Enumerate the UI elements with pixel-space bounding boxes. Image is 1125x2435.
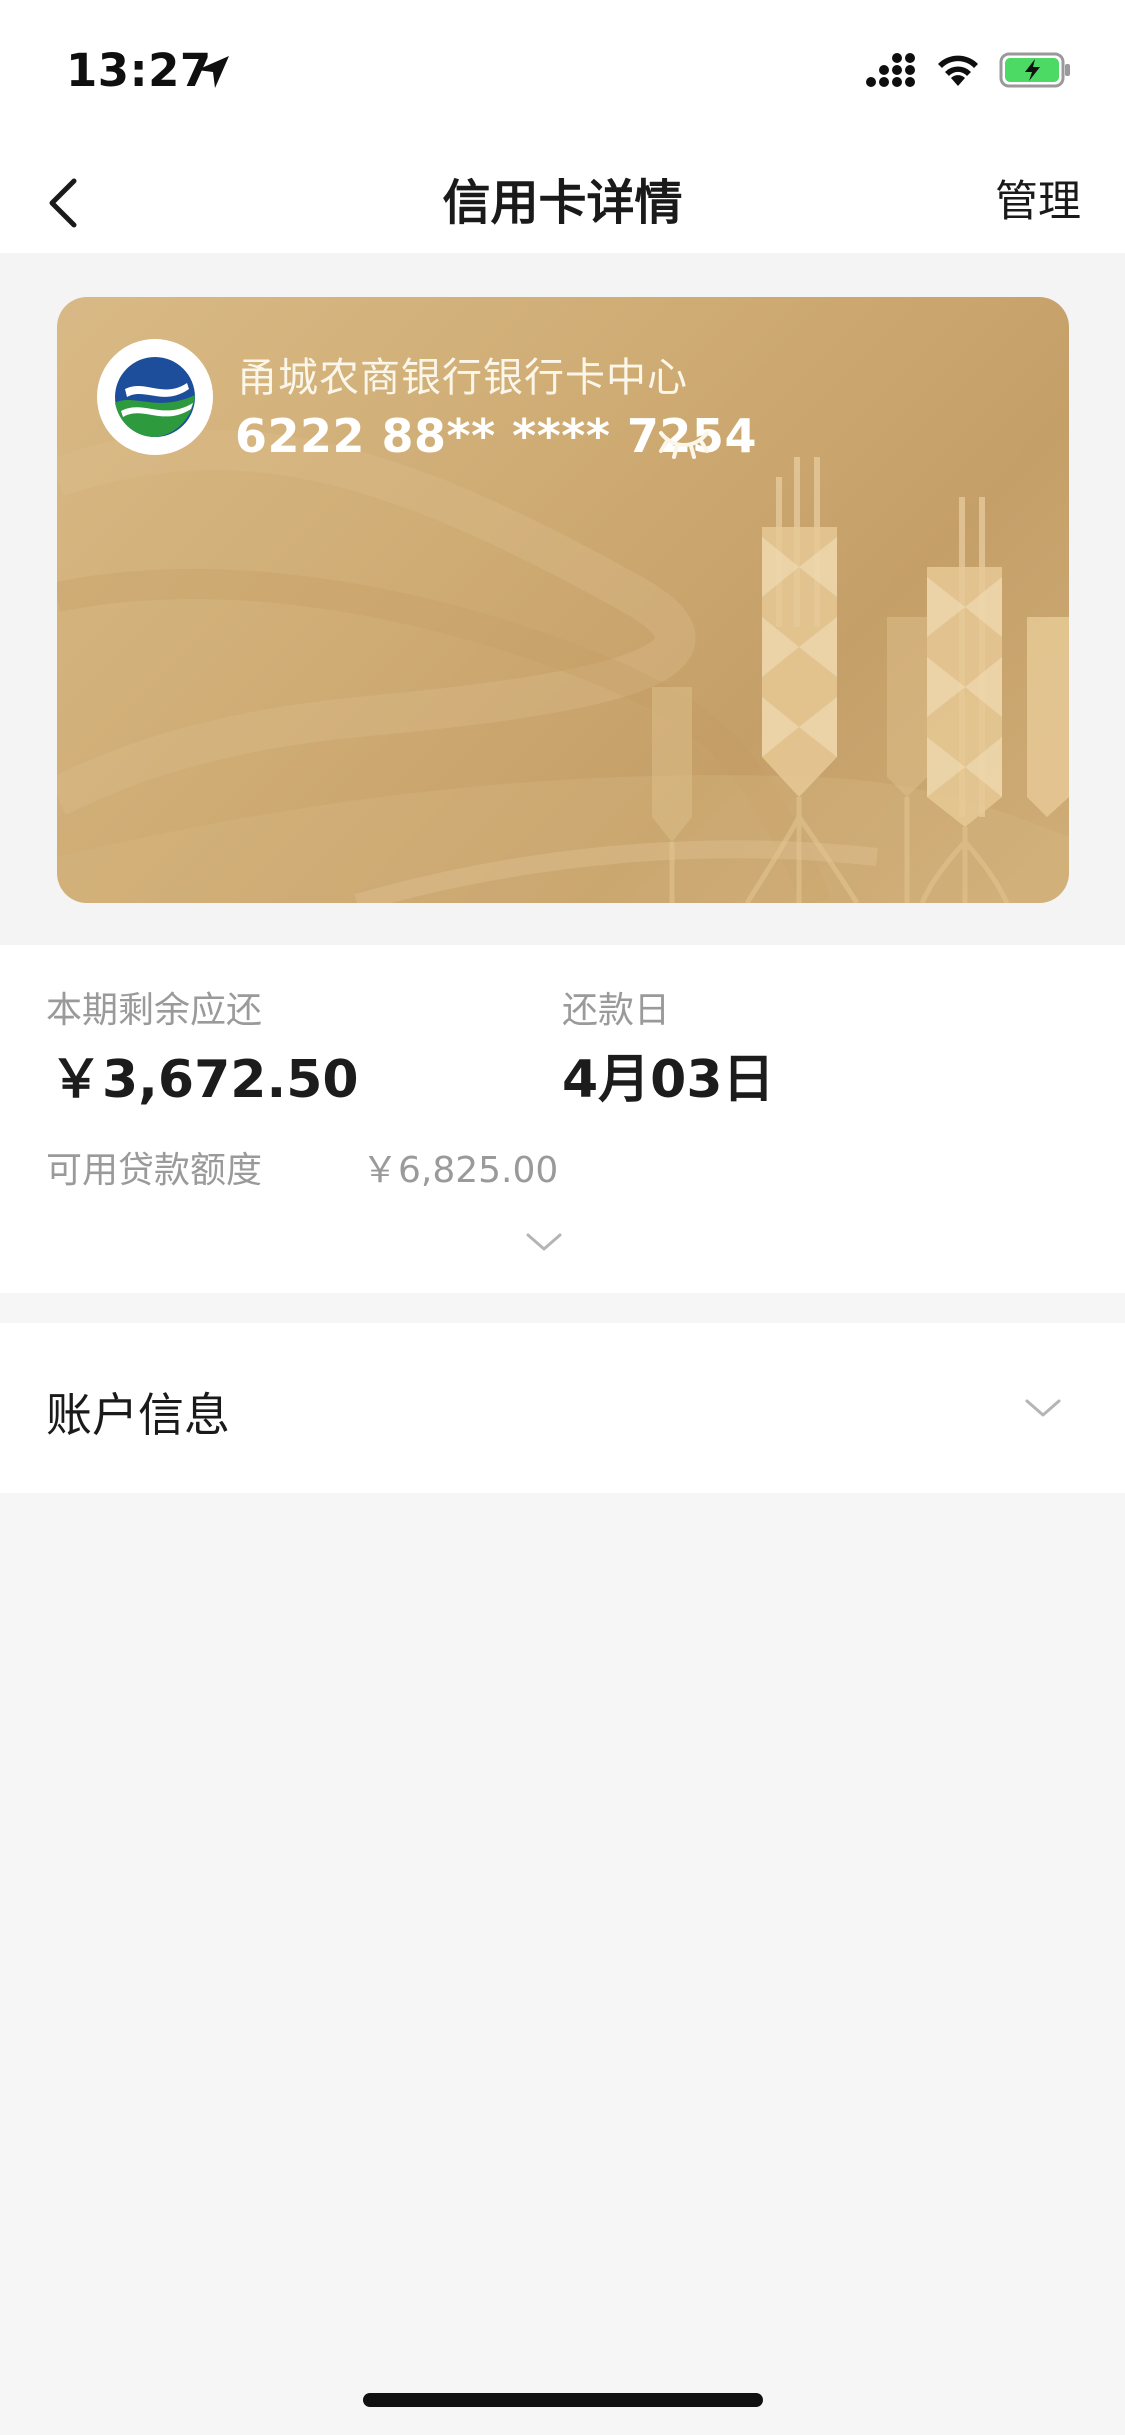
location-arrow-icon [197,56,229,88]
balance-label: 本期剩余应还 [46,990,263,1031]
card-section: 甬城农商银行银行卡中心 6222 88** **** 7254 [0,253,1125,945]
home-indicator[interactable] [363,2393,763,2407]
eye-closed-icon[interactable] [657,425,711,461]
chevron-down-icon[interactable] [1023,1397,1063,1421]
status-bar: 13:27 [0,0,1125,145]
credit-card[interactable]: 甬城农商银行银行卡中心 6222 88** **** 7254 [57,297,1069,903]
cellular-signal-icon [866,53,915,87]
manage-button[interactable]: 管理 [995,167,1081,229]
navigation-bar: 信用卡详情 管理 [0,145,1125,253]
available-credit-label: 可用贷款额度 [46,1150,263,1191]
page-title: 信用卡详情 [442,175,683,231]
account-info-title: 账户信息 [46,1388,230,1442]
repayment-summary: 本期剩余应还 ￥3,672.50 还款日 4月03日 可用贷款额度 ￥6,825… [0,945,1125,1293]
status-indicators [865,50,1073,90]
status-time: 13:27 [66,44,212,97]
available-credit-value: ￥6,825.00 [362,1150,559,1191]
due-date-value: 4月03日 [562,1050,775,1110]
battery-charging-icon [999,52,1070,88]
bank-logo-icon [99,341,211,453]
chevron-down-icon[interactable] [524,1231,564,1255]
due-date-label: 还款日 [562,990,671,1031]
wifi-icon [938,55,978,86]
bank-logo [97,339,213,455]
account-info-row[interactable]: 账户信息 [0,1323,1125,1493]
balance-value: ￥3,672.50 [50,1050,359,1110]
bank-name: 甬城农商银行银行卡中心 [237,355,688,401]
